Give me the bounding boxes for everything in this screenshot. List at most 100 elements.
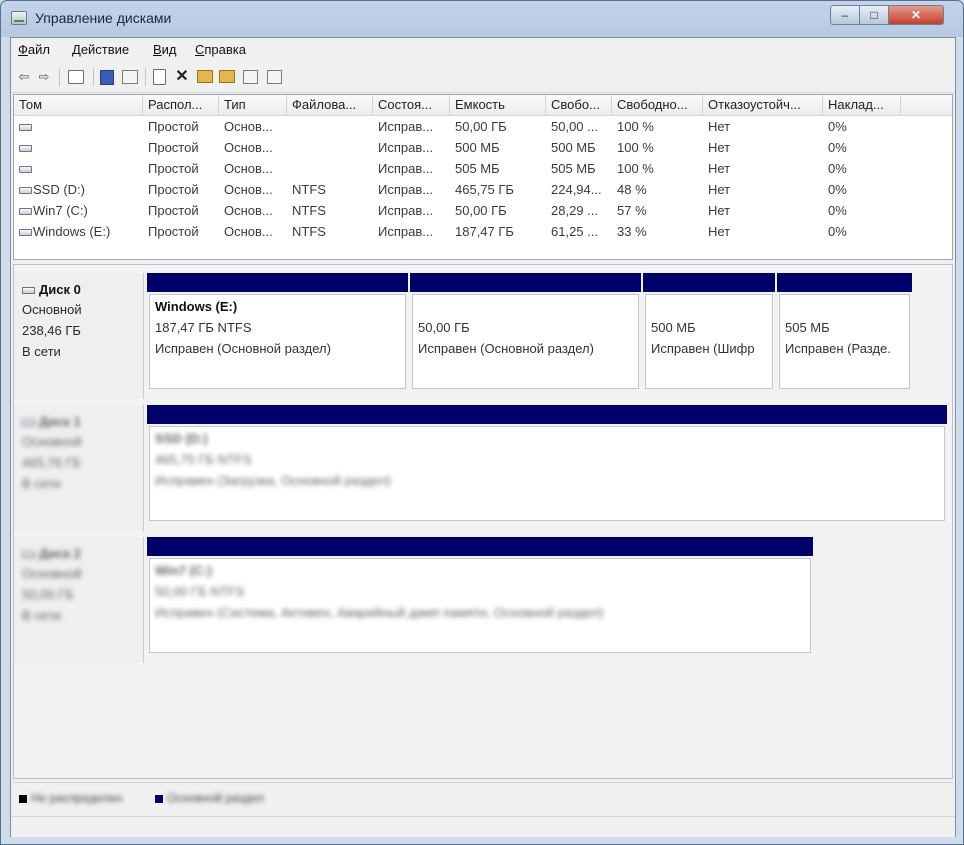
legend-swatch-primary — [155, 795, 163, 803]
table-row[interactable]: Win7 (C:) Простой Основ... NTFS Исправ... 50,… — [14, 200, 952, 221]
title-bar[interactable]: Управление дисками – □ ✕ — [1, 1, 963, 37]
disk-status: В сети — [22, 608, 61, 623]
cell-layout: Простой — [148, 119, 199, 134]
cell-free-space: 61,25 ... — [551, 224, 598, 239]
volume-list[interactable]: Том Распол... Тип Файлова... Состоя... Е… — [13, 94, 953, 260]
disk-management-window: Управление дисками – □ ✕ Файл Действие В… — [0, 0, 964, 845]
partition-status: Исправен (Шифр — [651, 341, 755, 356]
console-tree-icon[interactable] — [68, 70, 84, 84]
column-header-filesystem[interactable]: Файлова... — [287, 95, 373, 115]
search-icon[interactable] — [243, 70, 258, 84]
table-row[interactable]: Простой Основ... Исправ... 505 МБ 505 МБ 100 … — [14, 158, 952, 179]
partition-ssd-d[interactable]: SSD (D:) 465,75 ГБ NTFS Исправен (Загруз… — [147, 405, 947, 523]
disk-0-label[interactable]: Диск 0 Основной 238,46 ГБ В сети — [14, 273, 144, 399]
delete-icon[interactable]: ✕ — [173, 68, 191, 86]
cell-status: Исправ... — [378, 224, 434, 239]
maximize-button[interactable]: □ — [859, 5, 889, 25]
disk-row-2: Диск 2 Основной 50,00 ГБ В сети Win7 (C:… — [14, 537, 952, 663]
menu-action[interactable]: Действие — [72, 42, 129, 57]
disk-1-label[interactable]: Диск 1 Основной 465,76 ГБ В сети — [14, 405, 144, 531]
column-header-capacity[interactable]: Емкость — [450, 95, 546, 115]
cell-volume: Windows (E:) — [14, 221, 143, 242]
table-row[interactable]: Windows (E:) Простой Основ... NTFS Исправ...… — [14, 221, 952, 242]
back-icon[interactable]: ⇦ — [15, 68, 33, 86]
partition-50gb[interactable]: 50,00 ГБ Исправен (Основной раздел) — [410, 273, 641, 391]
disk-size: 50,00 ГБ — [22, 587, 74, 602]
disk-row-0: Диск 0 Основной 238,46 ГБ В сети Windows… — [14, 273, 952, 399]
column-header-fault-tolerance[interactable]: Отказоустойч... — [703, 95, 823, 115]
client-area: Файл Действие Вид Справка ⇦ ⇨ ✕ Том Расп… — [10, 37, 956, 837]
partition-name: Windows (E:) — [155, 299, 238, 314]
column-header-free-space[interactable]: Свобо... — [546, 95, 612, 115]
close-button[interactable]: ✕ — [888, 5, 944, 25]
disk-icon — [22, 287, 35, 295]
partition-bar — [147, 537, 813, 556]
menu-help[interactable]: Справка — [195, 42, 246, 57]
cell-capacity: 500 МБ — [455, 140, 500, 155]
volume-icon — [19, 124, 32, 132]
cell-free-percent: 100 % — [617, 161, 654, 176]
column-header-type[interactable]: Тип — [219, 95, 287, 115]
column-header-overhead[interactable]: Наклад... — [823, 95, 901, 115]
legend-label-primary: Основной раздел — [167, 791, 265, 805]
cell-filesystem — [287, 116, 373, 137]
cell-layout: Простой — [148, 203, 199, 218]
disk-2-label[interactable]: Диск 2 Основной 50,00 ГБ В сети — [14, 537, 144, 663]
cell-free-percent: 48 % — [617, 182, 647, 197]
cell-capacity: 187,47 ГБ — [455, 224, 514, 239]
partition-size: 505 МБ — [785, 320, 830, 335]
view-icon[interactable] — [153, 69, 166, 85]
cell-capacity: 50,00 ГБ — [455, 119, 507, 134]
menu-view[interactable]: Вид — [153, 42, 177, 57]
cell-status: Исправ... — [378, 161, 434, 176]
cell-overhead: 0% — [828, 203, 847, 218]
column-header-layout[interactable]: Распол... — [143, 95, 219, 115]
cell-free-space: 28,29 ... — [551, 203, 598, 218]
partition-size: 187,47 ГБ NTFS — [155, 320, 252, 335]
cell-free-space: 224,94... — [551, 182, 602, 197]
partition-505mb[interactable]: 505 МБ Исправен (Разде. — [777, 273, 912, 391]
cell-fault-tolerance: Нет — [708, 119, 731, 134]
partition-win7-c[interactable]: Win7 (C:) 50,00 ГБ NTFS Исправен (Систем… — [147, 537, 813, 655]
table-row[interactable]: Простой Основ... Исправ... 50,00 ГБ 50,00 ..… — [14, 116, 952, 137]
export-icon[interactable] — [267, 70, 282, 84]
cell-fault-tolerance: Нет — [708, 224, 731, 239]
column-header-status[interactable]: Состоя... — [373, 95, 450, 115]
legend: Не распределен Основной раздел — [13, 782, 953, 815]
disk-title: Диск 0 — [39, 282, 81, 297]
cell-free-space: 50,00 ... — [551, 119, 598, 134]
cell-status: Исправ... — [378, 203, 434, 218]
cell-layout: Простой — [148, 140, 199, 155]
partition-status: Исправен (Основной раздел) — [418, 341, 594, 356]
cell-volume — [14, 158, 143, 179]
table-row[interactable]: Простой Основ... Исправ... 500 МБ 500 МБ 100 … — [14, 137, 952, 158]
table-row[interactable]: SSD (D:) Простой Основ... NTFS Исправ... 465,… — [14, 179, 952, 200]
volume-icon[interactable] — [197, 70, 213, 83]
volume-icon — [19, 229, 32, 237]
help-icon[interactable] — [122, 70, 138, 84]
cell-fault-tolerance: Нет — [708, 203, 731, 218]
forward-icon[interactable]: ⇨ — [35, 68, 53, 86]
status-bar — [11, 816, 955, 837]
cell-overhead: 0% — [828, 140, 847, 155]
column-header-volume[interactable]: Том — [14, 95, 143, 115]
cell-filesystem: NTFS — [292, 203, 326, 218]
disk-type: Основной — [22, 434, 82, 449]
cell-layout: Простой — [148, 224, 199, 239]
partition-body: 50,00 ГБ Исправен (Основной раздел) — [412, 294, 639, 389]
cell-overhead: 0% — [828, 182, 847, 197]
menu-file[interactable]: Файл — [18, 42, 50, 57]
partition-windows-e[interactable]: Windows (E:) 187,47 ГБ NTFS Исправен (Ос… — [147, 273, 408, 391]
cell-type: Основ... — [224, 161, 273, 176]
cell-capacity: 50,00 ГБ — [455, 203, 507, 218]
cell-fault-tolerance: Нет — [708, 161, 731, 176]
properties-icon[interactable] — [100, 70, 114, 85]
partition-status: Исправен (Разде. — [785, 341, 891, 356]
partition-body: 505 МБ Исправен (Разде. — [779, 294, 910, 389]
partition-500mb[interactable]: 500 МБ Исправен (Шифр — [643, 273, 775, 391]
disk-graph-pane: Диск 0 Основной 238,46 ГБ В сети Windows… — [13, 264, 953, 779]
column-header-free-percent[interactable]: Свободно... — [612, 95, 703, 115]
cell-volume — [14, 116, 143, 137]
minimize-button[interactable]: – — [830, 5, 860, 25]
open-icon[interactable] — [219, 70, 235, 83]
